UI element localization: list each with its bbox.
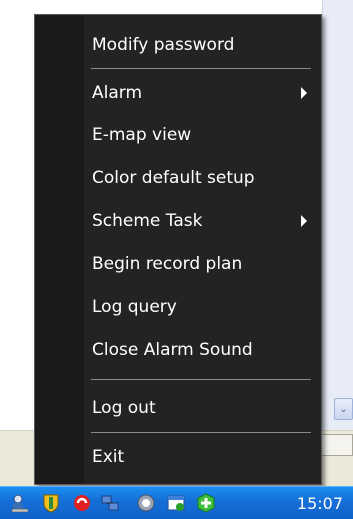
menu-item-label: Log query xyxy=(92,297,177,317)
menu-icon-gutter xyxy=(35,15,84,484)
shield-icon[interactable] xyxy=(41,493,61,513)
menu-item-log-out[interactable]: Log out xyxy=(84,388,321,428)
menu-item-label: Exit xyxy=(92,447,125,467)
calendar-task-icon[interactable] xyxy=(166,493,186,513)
volume-icon[interactable] xyxy=(136,493,156,513)
menu-item-exit[interactable]: Exit xyxy=(84,437,321,477)
menu-separator xyxy=(91,379,311,380)
menu-item-e-map-view[interactable]: E-map view xyxy=(84,115,321,155)
background-panel-box xyxy=(318,434,353,456)
menu-item-label: E-map view xyxy=(92,125,192,145)
menu-item-label: Alarm xyxy=(92,83,143,103)
menu-item-label: Begin record plan xyxy=(92,254,243,274)
network-users-icon[interactable] xyxy=(10,493,30,513)
submenu-arrow-icon xyxy=(301,87,307,99)
tray-context-menu: Modify password Alarm E-map view Color d… xyxy=(34,14,322,485)
menu-item-color-default-setup[interactable]: Color default setup xyxy=(84,158,321,198)
green-plus-icon[interactable] xyxy=(196,493,216,513)
clock[interactable]: 15:07 xyxy=(297,494,343,513)
menu-item-begin-record-plan[interactable]: Begin record plan xyxy=(84,244,321,284)
menu-item-alarm[interactable]: Alarm xyxy=(84,73,321,113)
menu-separator xyxy=(91,68,311,69)
red-swirl-icon[interactable] xyxy=(72,493,92,513)
menu-item-modify-password[interactable]: Modify password xyxy=(84,25,321,65)
system-tray: 15:07 xyxy=(0,486,353,519)
menu-item-label: Scheme Task xyxy=(92,211,203,231)
menu-item-label: Log out xyxy=(92,398,156,418)
menu-item-label: Modify password xyxy=(92,35,235,55)
menu-item-label: Close Alarm Sound xyxy=(92,340,253,360)
menu-item-close-alarm-sound[interactable]: Close Alarm Sound xyxy=(84,330,321,370)
background-window xyxy=(322,0,353,430)
menu-separator xyxy=(91,432,311,433)
submenu-arrow-icon xyxy=(301,215,307,227)
network-connection-icon[interactable] xyxy=(100,493,120,513)
menu-item-label: Color default setup xyxy=(92,168,255,188)
menu-item-log-query[interactable]: Log query xyxy=(84,287,321,327)
scroll-down-icon[interactable]: ⌄ xyxy=(334,398,353,420)
menu-item-scheme-task[interactable]: Scheme Task xyxy=(84,201,321,241)
